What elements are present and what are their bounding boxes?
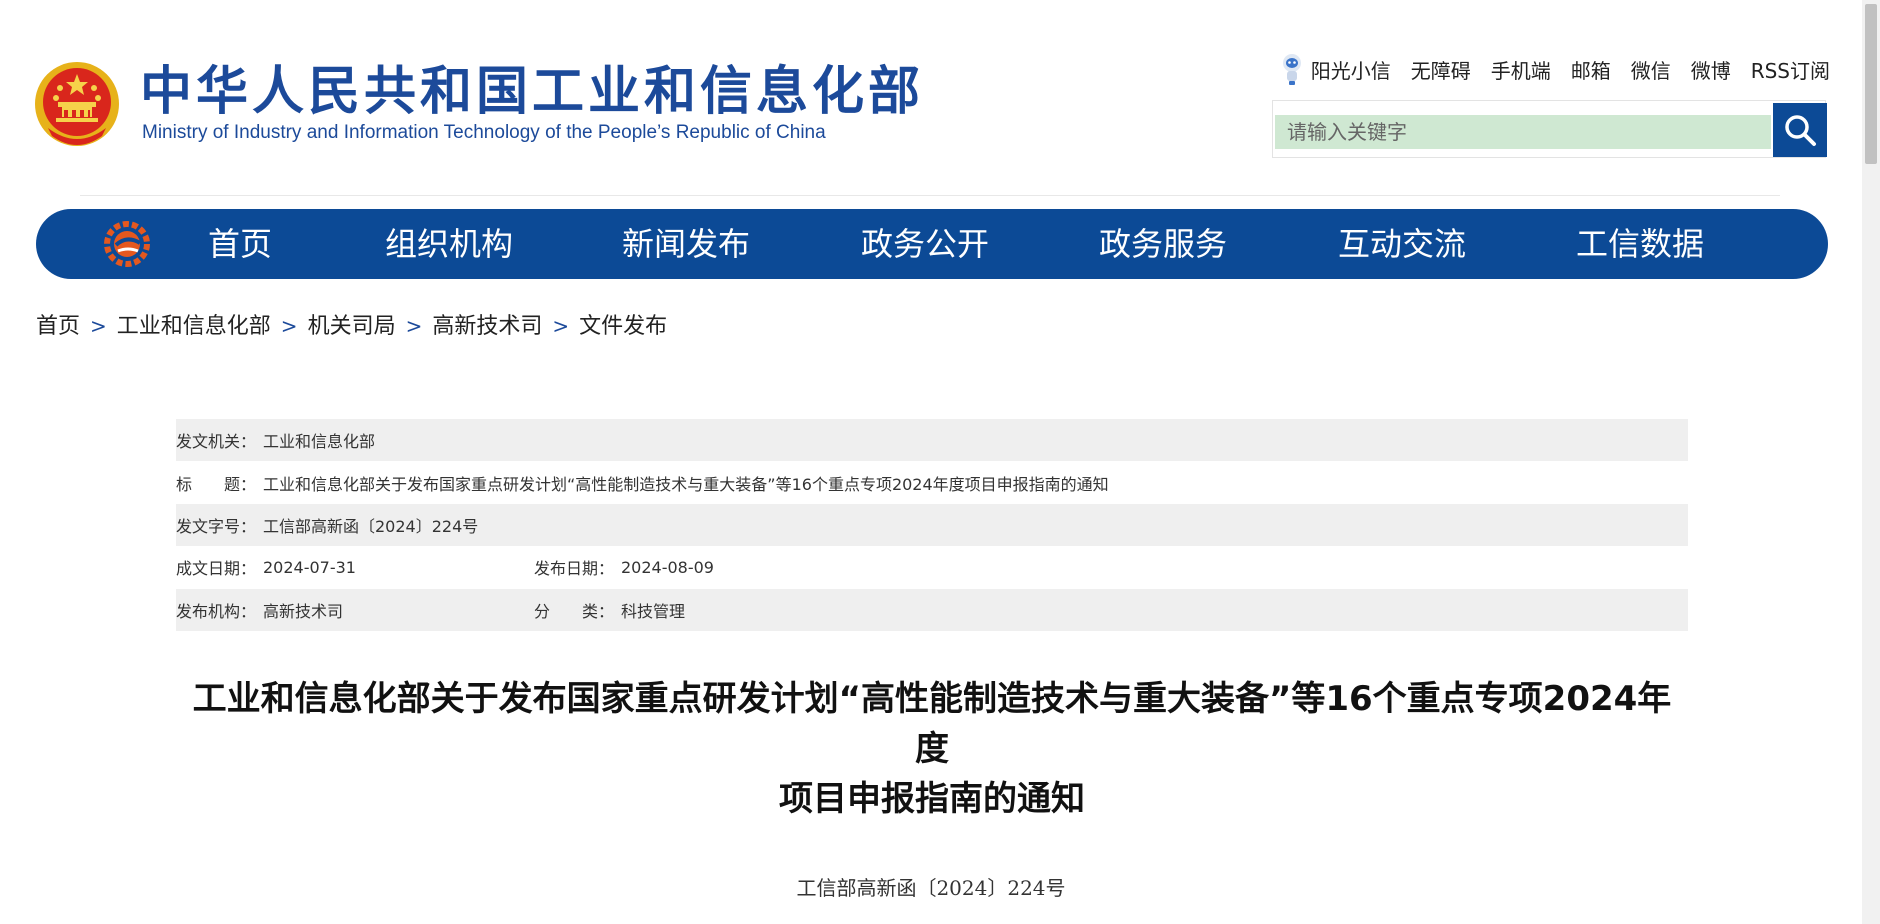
meta-row-dates: 成文日期： 2024-07-31 发布日期： 2024-08-09: [176, 546, 1688, 588]
breadcrumb-separator: >: [405, 314, 423, 338]
document-meta-table: 发文机关： 工业和信息化部 标 题： 工业和信息化部关于发布国家重点研发计划“高…: [176, 419, 1688, 631]
meta-label-created: 成文日期：: [176, 559, 257, 579]
top-link-xiaoxin[interactable]: 阳光小信: [1311, 55, 1391, 84]
meta-label-category: 分 类：: [534, 601, 615, 621]
meta-label-issuer: 发文机关：: [176, 432, 257, 452]
article-title-line2: 项目申报指南的通知: [779, 779, 1085, 819]
top-links: 阳光小信 无障碍 手机端 邮箱 微信 微博 RSS订阅: [1270, 52, 1830, 86]
scrollbar-thumb[interactable]: [1865, 4, 1877, 164]
top-link-weibo[interactable]: 微博: [1691, 55, 1731, 84]
top-link-mobile[interactable]: 手机端: [1491, 55, 1551, 84]
main-nav: 首页 组织机构 新闻发布 政务公开 政务服务 互动交流 工信数据: [36, 209, 1828, 279]
nav-government-affairs[interactable]: 政务公开: [861, 209, 989, 279]
nav-organization[interactable]: 组织机构: [385, 209, 513, 279]
meta-row-issuer: 发文机关： 工业和信息化部: [176, 419, 1688, 462]
breadcrumb-documents[interactable]: 文件发布: [579, 314, 667, 339]
breadcrumb-home[interactable]: 首页: [36, 314, 80, 339]
top-link-rss[interactable]: RSS订阅: [1751, 55, 1830, 84]
nav-services[interactable]: 政务服务: [1099, 209, 1227, 279]
breadcrumb-separator: >: [552, 314, 570, 338]
robot-mascot-icon[interactable]: [1279, 52, 1305, 86]
meta-value-published: 2024-08-09: [621, 557, 714, 577]
meta-row-org: 发布机构： 高新技术司 分 类： 科技管理: [176, 588, 1688, 631]
meta-label-docno: 发文字号：: [176, 516, 257, 536]
search-button[interactable]: [1773, 103, 1827, 157]
meta-label-title: 标 题：: [176, 474, 257, 494]
page: 中华人民共和国工业和信息化部 Ministry of Industry and …: [0, 0, 1862, 924]
nav-home[interactable]: 首页: [208, 209, 272, 279]
top-link-accessibility[interactable]: 无障碍: [1411, 55, 1471, 84]
miit-logo-icon: [104, 221, 150, 267]
breadcrumb-separator: >: [280, 314, 298, 338]
meta-value-org: 高新技术司: [263, 601, 344, 621]
breadcrumb-separator: >: [90, 314, 107, 338]
meta-value-title: 工业和信息化部关于发布国家重点研发计划“高性能制造技术与重大装备”等16个重点专…: [263, 474, 1109, 494]
meta-label-published: 发布日期：: [534, 559, 615, 579]
page-scrollbar[interactable]: [1862, 0, 1880, 924]
meta-row-docno: 发文字号： 工信部高新函〔2024〕224号: [176, 503, 1688, 547]
meta-value-issuer: 工业和信息化部: [263, 432, 376, 452]
top-link-mail[interactable]: 邮箱: [1571, 55, 1611, 84]
article-title-line1: 工业和信息化部关于发布国家重点研发计划“高性能制造技术与重大装备”等16个重点专…: [192, 679, 1672, 769]
search-box: [1272, 100, 1827, 158]
breadcrumb-ministry[interactable]: 工业和信息化部: [117, 314, 271, 339]
search-input[interactable]: [1275, 115, 1771, 149]
site-name: 中华人民共和国工业和信息化部: [140, 62, 925, 122]
nav-news[interactable]: 新闻发布: [622, 209, 750, 279]
article-doc-number: 工信部高新函〔2024〕224号: [796, 876, 1066, 900]
breadcrumb-departments[interactable]: 机关司局: [308, 314, 396, 339]
meta-row-title: 标 题： 工业和信息化部关于发布国家重点研发计划“高性能制造技术与重大装备”等1…: [176, 461, 1688, 503]
breadcrumb-hightech[interactable]: 高新技术司: [432, 314, 542, 339]
meta-value-docno: 工信部高新函〔2024〕224号: [263, 516, 479, 536]
site-name-english: Ministry of Industry and Information Tec…: [142, 122, 826, 143]
breadcrumb: 首页 > 工业和信息化部 > 机关司局 > 高新技术司 > 文件发布: [36, 308, 667, 340]
meta-value-category: 科技管理: [621, 601, 686, 621]
national-emblem-icon: [35, 62, 119, 146]
nav-data[interactable]: 工信数据: [1576, 209, 1704, 279]
meta-value-created: 2024-07-31: [263, 557, 356, 577]
header-divider: [80, 195, 1780, 196]
top-link-wechat[interactable]: 微信: [1631, 55, 1671, 84]
search-icon: [1785, 115, 1816, 146]
nav-interaction[interactable]: 互动交流: [1338, 209, 1466, 279]
meta-label-org: 发布机构：: [176, 601, 257, 621]
article-title: 工业和信息化部关于发布国家重点研发计划“高性能制造技术与重大装备”等16个重点专…: [176, 674, 1688, 824]
